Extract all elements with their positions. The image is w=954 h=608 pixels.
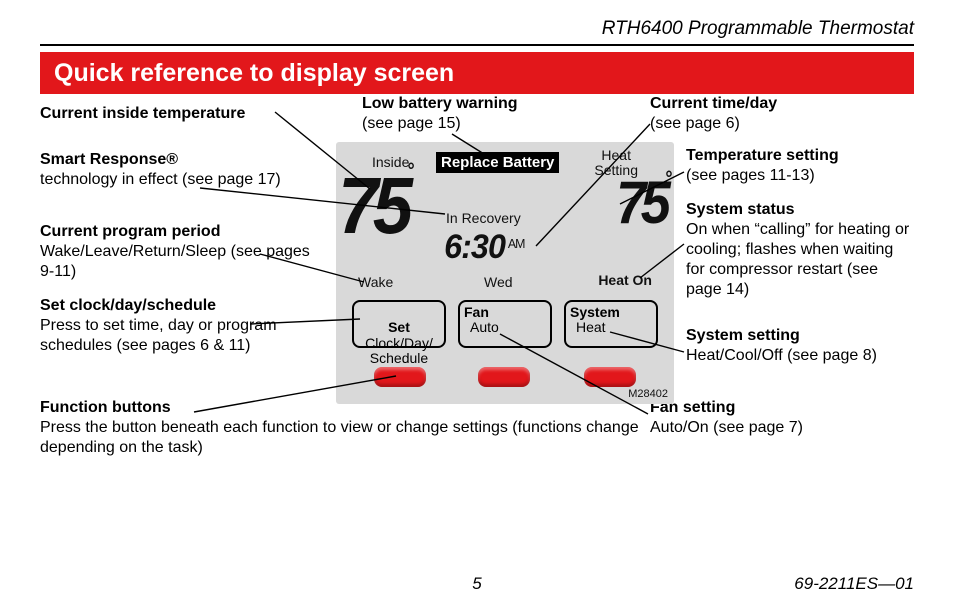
- desc: (see page 6): [650, 115, 740, 132]
- label: Low battery warning: [362, 94, 518, 114]
- lcd-period: Wake: [358, 274, 393, 290]
- desc: On when “calling” for heating or cooling…: [686, 221, 909, 298]
- doc-number: 69-2211ES—01: [794, 574, 914, 594]
- callout-program-period: Current program period Wake/Leave/Return…: [40, 222, 310, 282]
- callout-function-buttons: Function buttons Press the button beneat…: [40, 398, 640, 458]
- lcd-day: Wed: [484, 274, 513, 290]
- v: Heat: [570, 320, 652, 335]
- deg-symbol: °: [408, 160, 415, 182]
- val: 75: [338, 161, 407, 250]
- label: Current program period: [40, 222, 310, 242]
- lcd-set-temp: 75°: [616, 168, 672, 237]
- desc: Heat/Cool/Off (see page 8): [686, 347, 877, 364]
- callout-set-clock: Set clock/day/schedule Press to set time…: [40, 296, 290, 356]
- callout-smart-response: Smart Response® technology in effect (se…: [40, 150, 281, 190]
- desc: Wake/Leave/Return/Sleep (see pages 9-11): [40, 243, 310, 280]
- time-val: 6:30: [444, 228, 505, 266]
- label: Current inside temperature: [40, 104, 245, 124]
- lcd-current-temp: 75°: [338, 160, 414, 252]
- v: Auto: [464, 320, 546, 335]
- b: Fan: [464, 304, 489, 320]
- callout-fan-setting: Fan setting Auto/On (see page 7): [650, 398, 803, 438]
- lcd-model-code: M28402: [628, 388, 668, 400]
- desc: Press to set time, day or program schedu…: [40, 317, 277, 354]
- desc: Press the button beneath each function t…: [40, 419, 639, 456]
- lcd-replace-battery: Replace Battery: [436, 152, 559, 173]
- label: Smart Response®: [40, 150, 281, 170]
- label: System status: [686, 200, 914, 220]
- footer: 5 69-2211ES—01: [0, 574, 954, 594]
- desc: (see pages 11-13): [686, 167, 815, 184]
- page-number: 5: [472, 574, 481, 594]
- function-button-1[interactable]: [374, 367, 426, 387]
- desc: technology in effect (see page 17): [40, 171, 281, 188]
- label: Current time/day: [650, 94, 777, 114]
- lcd-btn-set: Set Clock/Day/ Schedule: [352, 300, 446, 348]
- b: Set: [388, 319, 410, 335]
- desc: Auto/On (see page 7): [650, 419, 803, 436]
- label: System setting: [686, 326, 877, 346]
- lcd-btn-system: System Heat: [564, 300, 658, 348]
- lcd-heat-on: Heat On: [598, 272, 652, 288]
- callout-current-time: Current time/day (see page 6): [650, 94, 777, 134]
- callout-temp-setting: Temperature setting (see pages 11-13): [686, 146, 839, 186]
- page-heading: Quick reference to display screen: [40, 52, 914, 94]
- function-button-2[interactable]: [478, 367, 530, 387]
- ampm: AM: [508, 236, 525, 251]
- lcd-btn-fan: Fan Auto: [458, 300, 552, 348]
- lcd-time: 6:30AM: [444, 228, 524, 267]
- deg-symbol: °: [666, 168, 673, 190]
- callout-inside-temp: Current inside temperature: [40, 104, 245, 124]
- callout-low-battery: Low battery warning (see page 15): [362, 94, 518, 134]
- function-button-3[interactable]: [584, 367, 636, 387]
- desc: (see page 15): [362, 115, 461, 132]
- callout-system-status: System status On when “calling” for heat…: [686, 200, 914, 300]
- callout-system-setting: System setting Heat/Cool/Off (see page 8…: [686, 326, 877, 366]
- label: Set clock/day/schedule: [40, 296, 290, 316]
- label: Temperature setting: [686, 146, 839, 166]
- rest: Clock/Day/ Schedule: [365, 335, 433, 366]
- b: System: [570, 304, 620, 320]
- lcd-display: Inside Replace Battery Heat Setting 75° …: [336, 142, 674, 404]
- lcd-in-recovery: In Recovery: [446, 210, 521, 226]
- product-title: RTH6400 Programmable Thermostat: [40, 18, 914, 46]
- val: 75: [616, 169, 665, 236]
